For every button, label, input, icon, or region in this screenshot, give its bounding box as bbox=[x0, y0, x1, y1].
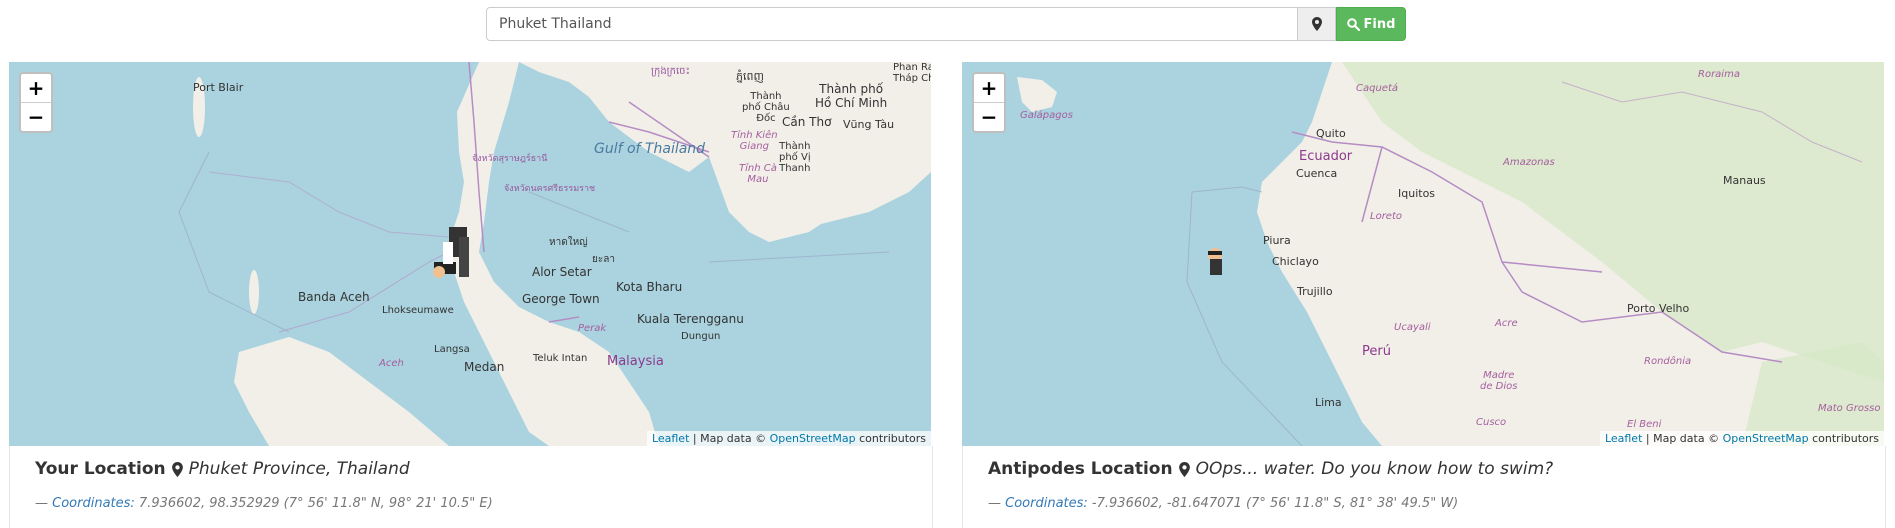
label-madre-de-dios: Madre de Dios bbox=[1480, 370, 1518, 392]
map-marker-icon bbox=[171, 461, 183, 477]
antipodes-location-coordinates: — Coordinates: -7.936602, -81.647071 (7°… bbox=[988, 496, 1458, 511]
antipodes-location-heading: Antipodes Location OOps... water. Do you… bbox=[988, 459, 1553, 479]
coords-dash: — bbox=[988, 496, 1006, 511]
label-mato-grosso: Mato Grosso bbox=[1818, 403, 1881, 414]
osm-link[interactable]: OpenStreetMap bbox=[1723, 432, 1809, 445]
your-location-heading: Your Location Phuket Province, Thailand bbox=[35, 459, 410, 479]
left-map-attribution: Leaflet | Map data © OpenStreetMap contr… bbox=[646, 431, 931, 446]
label-cusco: Cusco bbox=[1476, 417, 1507, 428]
your-location-coordinates: — Coordinates: 7.936602, 98.352929 (7° 5… bbox=[35, 496, 493, 511]
antipodes-location-info: Antipodes Location OOps... water. Do you… bbox=[962, 446, 1886, 528]
label-banda-aceh: Banda Aceh bbox=[298, 290, 370, 304]
leaflet-link[interactable]: Leaflet bbox=[652, 432, 689, 445]
label-khmer-phnom-penh: ភ្នំពេញ bbox=[736, 70, 764, 83]
right-zoom-in-button[interactable]: + bbox=[974, 74, 1004, 103]
label-teluk-intan: Teluk Intan bbox=[533, 353, 588, 364]
coords-dash: — bbox=[35, 496, 53, 511]
label-hat-yai: หาดใหญ่ bbox=[549, 237, 588, 248]
right-zoom-control: + − bbox=[972, 72, 1006, 133]
right-map-attribution: Leaflet | Map data © OpenStreetMap contr… bbox=[1599, 431, 1884, 446]
your-location-map[interactable]: Port Blair Gulf of Thailand Thành phố Hồ… bbox=[9, 62, 931, 446]
map-marker-icon bbox=[1311, 17, 1322, 31]
left-zoom-control: + − bbox=[19, 72, 53, 133]
label-el-beni: El Beni bbox=[1627, 419, 1662, 430]
label-caqueta: Caquetá bbox=[1356, 83, 1398, 94]
label-george-town: George Town bbox=[522, 292, 600, 306]
left-zoom-in-button[interactable]: + bbox=[21, 74, 51, 103]
label-ho-chi-minh: Thành phố Hồ Chí Minh bbox=[815, 82, 888, 110]
map-marker-icon bbox=[1178, 461, 1190, 477]
label-piura: Piura bbox=[1263, 234, 1291, 247]
label-ucayali: Ucayali bbox=[1394, 322, 1431, 333]
attrib-sep: | Map data © bbox=[1642, 432, 1723, 445]
label-roraima: Roraima bbox=[1698, 69, 1740, 80]
antipodes-location-panel: Galápagos Quito Ecuador Cuenca Caquetá A… bbox=[962, 62, 1886, 528]
label-iquitos: Iquitos bbox=[1398, 187, 1436, 200]
label-dungun: Dungun bbox=[681, 331, 721, 342]
label-galapagos: Galápagos bbox=[1020, 110, 1073, 121]
coords-value: 7.936602, 98.352929 (7° 56' 11.8" N, 98°… bbox=[134, 496, 493, 511]
label-porto-velho: Porto Velho bbox=[1627, 302, 1690, 315]
label-yala: ยะลา bbox=[592, 254, 615, 265]
label-chau-doc: Thành phố Châu Đốc bbox=[742, 91, 790, 124]
label-trujillo: Trujillo bbox=[1297, 285, 1333, 298]
attrib-sep: | Map data © bbox=[689, 432, 770, 445]
label-port-blair: Port Blair bbox=[193, 81, 244, 94]
label-ca-mau: Tỉnh Cà Mau bbox=[739, 163, 777, 185]
your-location-title: Your Location bbox=[35, 459, 166, 479]
location-search-input[interactable] bbox=[486, 7, 1298, 41]
label-medan: Medan bbox=[464, 360, 505, 374]
label-malaysia: Malaysia bbox=[607, 354, 664, 369]
right-zoom-out-button[interactable]: − bbox=[974, 103, 1004, 131]
label-amazonas: Amazonas bbox=[1503, 157, 1555, 168]
label-kuala-terengganu: Kuala Terengganu bbox=[637, 312, 744, 326]
label-chiclayo: Chiclayo bbox=[1272, 255, 1319, 268]
search-icon bbox=[1346, 17, 1360, 31]
label-acre: Acre bbox=[1495, 318, 1518, 329]
find-button[interactable]: Find bbox=[1336, 7, 1406, 41]
label-manaus: Manaus bbox=[1723, 174, 1766, 187]
find-button-label: Find bbox=[1363, 16, 1396, 32]
antipodes-location-title: Antipodes Location bbox=[988, 459, 1173, 479]
attrib-contrib: contributors bbox=[1808, 432, 1879, 445]
label-aceh: Aceh bbox=[379, 358, 404, 369]
search-bar: Find bbox=[486, 7, 1406, 41]
label-langsa: Langsa bbox=[434, 344, 470, 355]
label-vi-thanh: Thành phố Vị Thanh bbox=[779, 141, 811, 174]
map-tiles bbox=[962, 62, 1884, 446]
antipodes-location-place: OOps... water. Do you know how to swim? bbox=[1195, 459, 1554, 479]
label-lhokseumawe: Lhokseumawe bbox=[382, 305, 454, 316]
map-marker-addon[interactable] bbox=[1298, 7, 1336, 41]
coords-value: -7.936602, -81.647071 (7° 56' 11.8" S, 8… bbox=[1087, 496, 1459, 511]
label-quito: Quito bbox=[1316, 127, 1346, 140]
label-kien-giang: Tỉnh Kiên Giang bbox=[731, 130, 778, 152]
coords-label: Coordinates: bbox=[52, 496, 135, 511]
label-kota-bharu: Kota Bharu bbox=[616, 280, 683, 294]
leaflet-link[interactable]: Leaflet bbox=[1605, 432, 1642, 445]
label-thai-surat-thani: จังหวัดสุราษฎร์ธานี bbox=[472, 154, 548, 164]
label-khmer-kratie: ក្រុងក្រចេះ bbox=[651, 66, 690, 77]
osm-link[interactable]: OpenStreetMap bbox=[770, 432, 856, 445]
antipodes-location-map[interactable]: Galápagos Quito Ecuador Cuenca Caquetá A… bbox=[962, 62, 1884, 446]
label-alor-setar: Alor Setar bbox=[532, 265, 592, 279]
coords-label: Coordinates: bbox=[1005, 496, 1088, 511]
label-ecuador: Ecuador bbox=[1299, 149, 1353, 164]
label-rondonia: Rondônia bbox=[1644, 356, 1692, 367]
label-loreto: Loreto bbox=[1370, 211, 1402, 222]
label-peru: Perú bbox=[1362, 344, 1391, 359]
your-location-info: Your Location Phuket Province, Thailand … bbox=[9, 446, 933, 528]
label-thai-nakhon: จังหวัดนครศรีธรรมราช bbox=[504, 184, 596, 194]
attrib-contrib: contributors bbox=[855, 432, 926, 445]
left-zoom-out-button[interactable]: − bbox=[21, 103, 51, 131]
label-cuenca: Cuenca bbox=[1296, 167, 1338, 180]
your-location-place: Phuket Province, Thailand bbox=[188, 459, 410, 479]
label-vung-tau: Vũng Tàu bbox=[843, 118, 895, 131]
label-perak: Perak bbox=[578, 323, 607, 334]
label-lima: Lima bbox=[1315, 396, 1342, 409]
label-phan-rang: Phan Ra Tháp Ch bbox=[893, 62, 931, 84]
your-location-panel: Port Blair Gulf of Thailand Thành phố Hồ… bbox=[9, 62, 933, 528]
label-gulf-of-thailand: Gulf of Thailand bbox=[594, 141, 706, 157]
